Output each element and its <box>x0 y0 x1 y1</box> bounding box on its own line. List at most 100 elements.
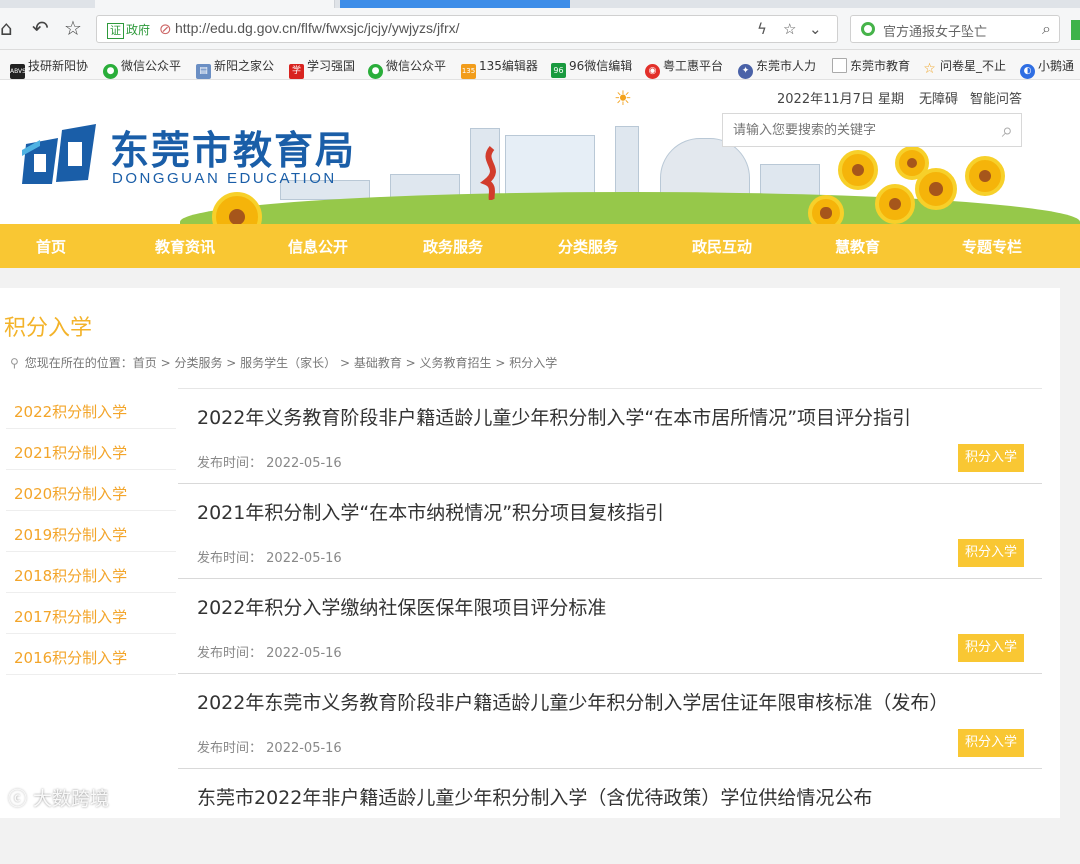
bookmark-item[interactable]: ABVS 技研新阳协 <box>10 57 88 79</box>
category-tag[interactable]: 积分入学 <box>958 729 1024 757</box>
sidebar: 2022积分制入学 2021积分制入学 2020积分制入学 2019积分制入学 … <box>6 388 176 675</box>
star-icon: ☆ <box>923 61 936 77</box>
sidebar-item-2021[interactable]: 2021积分制入学 <box>6 429 176 470</box>
bookmark-label: 问卷星_不止 <box>940 59 1007 73</box>
nav-government-services[interactable]: 政务服务 <box>423 236 483 257</box>
bookmarks-bar: ABVS 技研新阳协 ● 微信公众平 ▤ 新阳之家公 学学习强国 ● 微信公众平 135… <box>0 50 1080 80</box>
nav-smart-education[interactable]: 慧教育 <box>835 236 880 257</box>
bookmark-item[interactable]: ◉ 粤工惠平台 <box>645 57 723 79</box>
url-text[interactable]: http://edu.dg.gov.cn/flfw/fwxsjc/jcjy/yw… <box>175 20 460 36</box>
bookmark-item[interactable]: 东莞市教育 <box>832 57 910 74</box>
bookmark-item[interactable]: ● 微信公众平 <box>368 57 446 79</box>
wechat-icon: ● <box>368 64 383 79</box>
category-tag[interactable]: 积分入学 <box>958 539 1024 567</box>
doc-icon: ▤ <box>196 64 211 79</box>
cert-label: 政府 <box>126 23 151 37</box>
browser-search-box[interactable]: 官方通报女子坠亡 ⌕ <box>850 15 1060 43</box>
nav-special-topics[interactable]: 专题专栏 <box>962 236 1022 257</box>
watermark-icon: ⓒ <box>8 788 34 810</box>
nav-home[interactable]: 首页 <box>36 236 66 257</box>
address-bar[interactable]: 证政府 ⊘ http://edu.dg.gov.cn/flfw/fwxsjc/j… <box>96 15 838 43</box>
list-item: 2021年积分制入学“在本市纳税情况”积分项目复核指引 发布时间： 2022-0… <box>178 484 1042 579</box>
bookmark-label: 小鹅通 <box>1038 59 1075 73</box>
sunflower-illustration <box>875 184 915 224</box>
main-nav: 首页 教育资讯 信息公开 政务服务 分类服务 政民互动 慧教育 专题专栏 <box>0 224 1080 268</box>
nav-public-interaction[interactable]: 政民互动 <box>692 236 752 257</box>
bookmark-item[interactable]: ◐ 小鹅通 <box>1020 57 1074 79</box>
bookmark-label: 东莞市教育 <box>850 59 911 73</box>
extension-icon[interactable] <box>1071 20 1080 40</box>
nav-info-disclosure[interactable]: 信息公开 <box>288 236 348 257</box>
sidebar-item-2022[interactable]: 2022积分制入学 <box>6 388 176 429</box>
bookmark-star-icon[interactable]: ☆ <box>783 20 796 38</box>
article-title[interactable]: 2022年积分入学缴纳社保医保年限项目评分标准 <box>197 593 606 620</box>
weather-icon: ☀ <box>614 86 632 110</box>
search-icon[interactable]: ⌕ <box>1002 118 1013 142</box>
date-label: 发布时间： <box>197 456 263 471</box>
article-list: 2022年义务教育阶段非户籍适龄儿童少年积分制入学“在本市居所情况”项目评分指引… <box>178 388 1042 864</box>
breadcrumb-text[interactable]: 您现在所在的位置：首页 > 分类服务 > 服务学生（家长） > 基础教育 > 义… <box>25 356 557 370</box>
emblem-icon: ✦ <box>738 64 753 79</box>
back-icon[interactable]: ↶ <box>32 18 49 38</box>
sunflower-illustration <box>965 156 1005 196</box>
nav-education-news[interactable]: 教育资讯 <box>155 236 215 257</box>
sidebar-item-2019[interactable]: 2019积分制入学 <box>6 511 176 552</box>
article-title[interactable]: 2022年义务教育阶段非户籍适龄儿童少年积分制入学“在本市居所情况”项目评分指引 <box>197 403 911 430</box>
bookmark-item[interactable]: ✦ 东莞市人力 <box>738 57 816 79</box>
browser-toolbar: ⌂ ↶ ☆ 证政府 ⊘ http://edu.dg.gov.cn/flfw/fw… <box>0 8 1080 50</box>
list-item: 2022年积分入学缴纳社保医保年限项目评分标准 发布时间： 2022-05-16… <box>178 579 1042 674</box>
site-name-cn[interactable]: 东莞市教育局 <box>110 120 356 176</box>
135-icon: 135 <box>461 64 476 79</box>
bookmark-item[interactable]: ● 微信公众平 <box>103 57 181 79</box>
page-title: 积分入学 <box>4 316 93 341</box>
lightning-icon[interactable]: ϟ <box>757 20 767 38</box>
article-date: 发布时间： 2022-05-16 <box>197 642 342 661</box>
sunflower-illustration <box>915 168 957 210</box>
bookmark-item[interactable]: 学学习强国 <box>289 57 355 79</box>
watermark: ⓒ 大数跨境 <box>8 784 109 811</box>
sidebar-item-2016[interactable]: 2016积分制入学 <box>6 634 176 675</box>
breadcrumb: ⚲ 您现在所在的位置：首页 > 分类服务 > 服务学生（家长） > 基础教育 > … <box>10 354 557 371</box>
article-title[interactable]: 2022年东莞市义务教育阶段非户籍适龄儿童少年积分制入学居住证年限审核标准（发布… <box>197 688 948 715</box>
sidebar-item-2018[interactable]: 2018积分制入学 <box>6 552 176 593</box>
logo-icon <box>22 124 96 184</box>
sunflower-illustration <box>808 195 844 224</box>
site-search: ⌕ <box>722 113 1022 147</box>
sidebar-item-2020[interactable]: 2020积分制入学 <box>6 470 176 511</box>
date-label: 发布时间： <box>197 646 263 661</box>
article-date: 发布时间： 2022-05-16 <box>197 452 342 471</box>
bookmark-label: 微信公众平 <box>386 59 447 73</box>
bookmark-item[interactable]: ☆ 问卷星_不止 <box>922 57 1006 77</box>
category-tag[interactable]: 积分入学 <box>958 634 1024 662</box>
bookmark-item[interactable]: ▤ 新阳之家公 <box>196 57 274 79</box>
certificate-badge[interactable]: 证政府 <box>107 21 150 39</box>
article-title[interactable]: 2021年积分制入学“在本市纳税情况”积分项目复核指引 <box>197 498 664 525</box>
wechat-icon: ● <box>103 64 118 79</box>
bookmark-label: 96微信编辑 <box>569 59 633 73</box>
browser-tab-active[interactable] <box>340 0 570 8</box>
sidebar-item-2017[interactable]: 2017积分制入学 <box>6 593 176 634</box>
bookmark-item[interactable]: 135 135编辑器 <box>461 57 538 79</box>
lock-warning-icon[interactable]: ⊘ <box>159 20 172 38</box>
favorite-star-icon[interactable]: ☆ <box>64 18 82 38</box>
date-value: 2022-05-16 <box>266 741 342 756</box>
home-icon[interactable]: ⌂ <box>0 18 13 38</box>
accessibility-link[interactable]: 无障碍 <box>919 88 958 107</box>
abvs-icon: ABVS <box>10 64 26 79</box>
bookmark-item[interactable]: 96 96微信编辑 <box>551 57 632 78</box>
bookmark-label: 学习强国 <box>307 59 356 73</box>
bookmark-label: 新阳之家公 <box>214 59 275 73</box>
search-icon[interactable]: ⌕ <box>1042 19 1051 39</box>
smart-qa-link[interactable]: 智能问答 <box>970 88 1022 107</box>
list-item: 2022年义务教育阶段非户籍适龄儿童少年积分制入学“在本市居所情况”项目评分指引… <box>178 389 1042 484</box>
browser-search-text[interactable]: 官方通报女子坠亡 <box>883 21 987 40</box>
cert-badge-icon: 证 <box>107 23 124 39</box>
nav-category-services[interactable]: 分类服务 <box>558 236 618 257</box>
site-header: 东莞市教育局 DONGGUAN EDUCATION ☀ 2022年11月7日 星… <box>0 80 1080 224</box>
union-icon: ◉ <box>645 64 660 79</box>
browser-tab[interactable] <box>95 0 335 8</box>
site-search-input[interactable] <box>723 114 973 146</box>
article-title[interactable]: 东莞市2022年非户籍适龄儿童少年积分制入学（含优待政策）学位供给情况公布 <box>197 783 872 810</box>
chevron-down-icon[interactable]: ⌄ <box>809 20 822 38</box>
category-tag[interactable]: 积分入学 <box>958 444 1024 472</box>
